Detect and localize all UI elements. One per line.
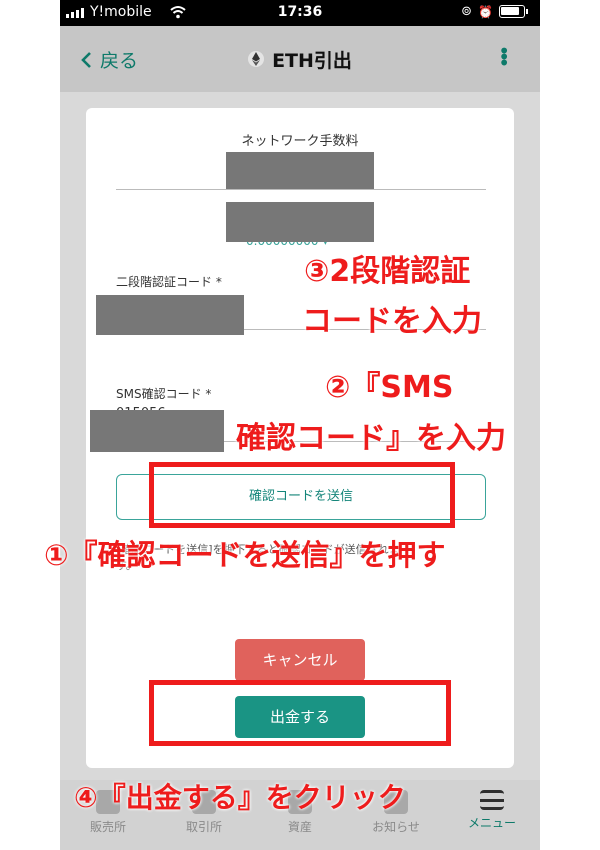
send-code-highlight-frame bbox=[149, 462, 455, 528]
redacted-two-factor-code bbox=[96, 295, 244, 335]
nav-header: 戻る ETH引出 • • • bbox=[60, 26, 540, 92]
two-factor-label: 二段階認証コード * bbox=[116, 275, 222, 289]
annotation-step1: ①『確認コードを送信』を押す bbox=[44, 538, 446, 572]
battery-icon bbox=[499, 5, 525, 18]
ethereum-icon bbox=[248, 49, 265, 74]
annotation-step3-line2: コードを入力 bbox=[302, 304, 482, 339]
tab-menu[interactable]: メニュー bbox=[444, 780, 540, 850]
redacted-amount-value bbox=[226, 202, 374, 242]
page-title: ETH引出 bbox=[60, 46, 540, 74]
annotation-step2-line2: 確認コード』を入力 bbox=[236, 421, 506, 456]
sms-code-label: SMS確認コード * bbox=[116, 387, 212, 401]
rotation-lock-icon: ⊚ bbox=[461, 4, 473, 19]
fee-divider bbox=[116, 189, 486, 190]
alarm-icon: ⏰ bbox=[478, 4, 493, 19]
menu-icon bbox=[480, 790, 504, 810]
page-title-text: ETH引出 bbox=[272, 50, 352, 72]
annotation-step2-line1: ②『SMS bbox=[325, 370, 454, 405]
cancel-button[interactable]: キャンセル bbox=[235, 639, 365, 681]
status-bar: Y!mobile 17:36 ⊚ ⏰ bbox=[60, 0, 540, 26]
redacted-fee-value bbox=[226, 152, 374, 190]
network-fee-label: ネットワーク手数料 bbox=[241, 134, 359, 149]
withdraw-highlight-frame bbox=[149, 680, 451, 746]
more-vertical-icon[interactable]: • • • bbox=[498, 41, 510, 73]
annotation-step3-line1: ③2段階認証 bbox=[304, 254, 471, 289]
redacted-sms-code bbox=[90, 410, 224, 452]
annotation-step4: ④『出金する』をクリック bbox=[74, 781, 406, 814]
